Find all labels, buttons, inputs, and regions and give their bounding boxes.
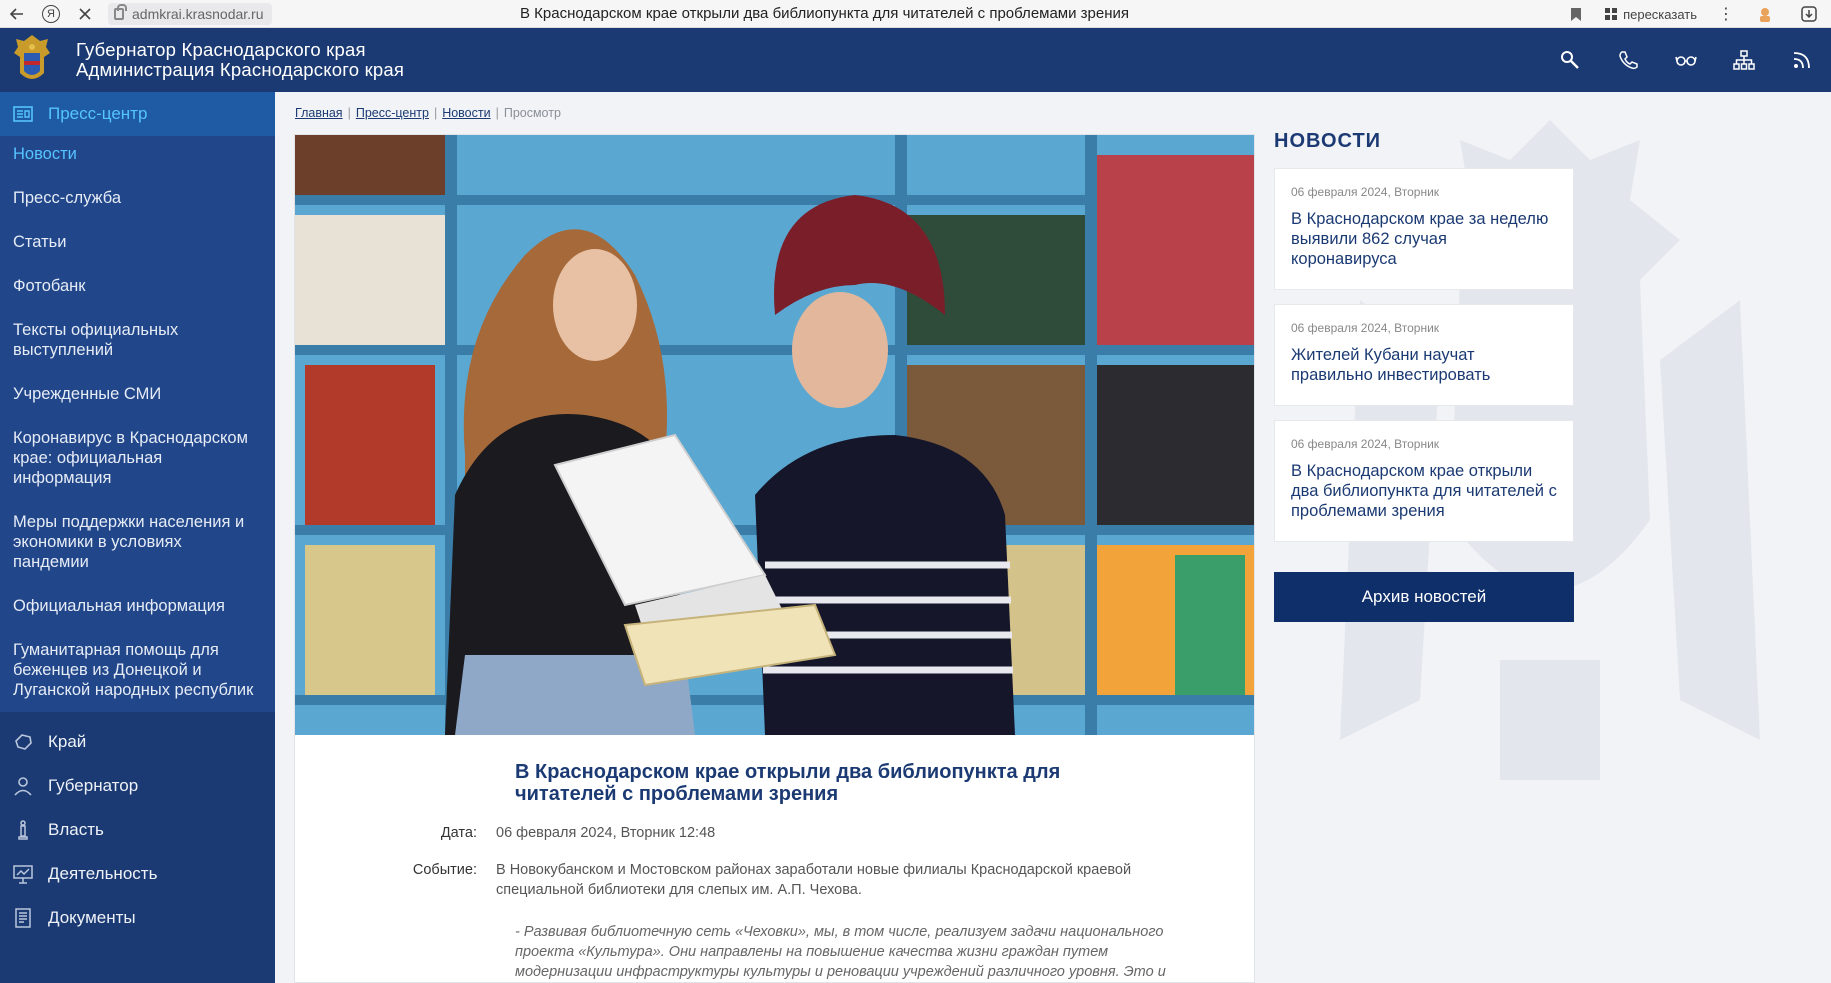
sitemap-icon[interactable] — [1715, 28, 1773, 92]
news-title-link[interactable]: Жителей Кубани научат правильно инвестир… — [1291, 345, 1557, 385]
sidebar-item-region[interactable]: Край — [0, 720, 275, 764]
article-date-row: Дата: 06 февраля 2024, Вторник 12:48 — [295, 823, 1254, 843]
submenu-item-coronavirus[interactable]: Коронавирус в Краснодарском крае: официа… — [0, 428, 275, 488]
sidebar-item-documents[interactable]: Документы — [0, 896, 275, 940]
breadcrumb-home[interactable]: Главная — [295, 106, 343, 120]
submenu-item-media[interactable]: Учрежденные СМИ — [0, 384, 275, 404]
article-event-row: Событие: В Новокубанском и Мостовском ра… — [295, 860, 1254, 900]
sidebar-item-label: Деятельность — [48, 864, 158, 883]
glasses-icon[interactable] — [1657, 28, 1715, 92]
rss-icon[interactable] — [1773, 28, 1831, 92]
article-card: В Краснодарском крае открыли два библиоп… — [294, 134, 1255, 983]
address-bar[interactable]: admkrai.krasnodar.ru — [108, 2, 272, 25]
sidebar-submenu: Новости Пресс-служба Статьи Фотобанк Тек… — [0, 136, 275, 712]
yandex-letter: Я — [42, 4, 60, 23]
search-icon[interactable] — [1541, 28, 1599, 92]
submenu-item-photobank[interactable]: Фотобанк — [0, 276, 275, 296]
article-title: В Краснодарском крае открыли два библиоп… — [515, 761, 1061, 805]
date-value: 06 февраля 2024, Вторник 12:48 — [496, 825, 716, 841]
news-date: 06 февраля 2024, Вторник — [1291, 321, 1440, 335]
extension-icon[interactable] — [1743, 0, 1787, 28]
submenu-item-press-service[interactable]: Пресс-служба — [0, 188, 275, 208]
date-label: Дата: — [440, 825, 477, 841]
submenu-item-speeches[interactable]: Тексты официальных выступлений — [0, 320, 275, 360]
submenu-item-articles[interactable]: Статьи — [0, 232, 275, 252]
pillar-icon — [18, 820, 28, 840]
yandex-icon[interactable]: Я — [34, 0, 68, 28]
sidebar-item-label: Власть — [48, 820, 104, 839]
sidebar-item-power[interactable]: Власть — [0, 808, 275, 852]
news-card[interactable]: 06 февраля 2024, Вторник Жителей Кубани … — [1274, 304, 1574, 406]
event-value: В Новокубанском и Мостовском районах зар… — [496, 862, 1132, 898]
sidebar-item-activity[interactable]: Деятельность — [0, 852, 275, 896]
site-header: Губернатор Краснодарского края Администр… — [0, 28, 1831, 92]
news-title-link[interactable]: В Краснодарском крае за неделю выявили 8… — [1291, 209, 1557, 269]
sidebar-item-press-center[interactable]: Пресс-центр — [0, 92, 275, 136]
news-card[interactable]: 06 февраля 2024, Вторник В Краснодарском… — [1274, 168, 1574, 290]
phone-icon[interactable] — [1599, 28, 1657, 92]
krasnodar-emblem-icon[interactable] — [10, 33, 54, 87]
more-menu-icon[interactable]: ⋮ — [1709, 0, 1743, 28]
downloads-icon[interactable] — [1787, 0, 1831, 28]
breadcrumb-news[interactable]: Новости — [442, 106, 490, 120]
sidebar-item-governor[interactable]: Губернатор — [0, 764, 275, 808]
breadcrumb-current: Просмотр — [503, 106, 561, 120]
breadcrumb-separator: | — [495, 106, 499, 120]
event-label: Событие: — [412, 862, 477, 878]
retell-button[interactable]: пересказать — [1593, 7, 1709, 22]
map-icon — [15, 734, 32, 750]
news-heading: НОВОСТИ — [1274, 130, 1382, 152]
page-title-bar: В Краснодарском крае открыли два библиоп… — [520, 5, 1130, 22]
submenu-item-official-info[interactable]: Официальная информация — [0, 596, 275, 616]
breadcrumb: Главная | Пресс-центр | Новости | Просмо… — [295, 106, 561, 120]
url-text: admkrai.krasnodar.ru — [132, 5, 264, 22]
site-title-line1: Губернатор Краснодарского края — [76, 39, 366, 60]
submenu-item-support[interactable]: Меры поддержки населения и экономики в у… — [0, 512, 275, 572]
sidebar-item-label: Пресс-центр — [48, 104, 148, 123]
submenu-item-humanitarian[interactable]: Гуманитарная помощь для беженцев из Доне… — [0, 640, 275, 712]
breadcrumb-press-center[interactable]: Пресс-центр — [356, 106, 429, 120]
breadcrumb-separator: | — [347, 106, 351, 120]
sidebar-main-menu: Край Губернатор Власть Деятельность Доку… — [0, 712, 275, 940]
back-arrow-icon[interactable] — [0, 0, 34, 28]
site-title[interactable]: Губернатор Краснодарского края Администр… — [76, 40, 404, 80]
stop-loading-icon[interactable] — [68, 0, 102, 28]
sidebar-nav: Пресс-центр Новости Пресс-служба Статьи … — [0, 92, 275, 983]
browser-toolbar: Я admkrai.krasnodar.ru В Краснодарском к… — [0, 0, 1831, 28]
sidebar-item-label: Губернатор — [48, 776, 139, 795]
article-photo — [295, 135, 1254, 735]
news-card[interactable]: 06 февраля 2024, Вторник В Краснодарском… — [1274, 420, 1574, 542]
presentation-icon — [13, 865, 33, 884]
news-date: 06 февраля 2024, Вторник — [1291, 437, 1440, 451]
newspaper-icon — [13, 106, 33, 122]
submenu-item-news[interactable]: Новости — [0, 144, 275, 164]
person-icon — [14, 777, 32, 796]
document-icon — [15, 908, 31, 928]
retell-icon — [1605, 8, 1618, 20]
lock-icon — [114, 3, 127, 20]
article-quote: - Развивая библиотечную сеть «Чеховки», … — [515, 924, 1166, 980]
bookmark-icon[interactable] — [1559, 0, 1593, 28]
sidebar-item-label: Край — [48, 732, 87, 751]
news-date: 06 февраля 2024, Вторник — [1291, 185, 1440, 199]
breadcrumb-separator: | — [433, 106, 438, 120]
retell-label: пересказать — [1623, 6, 1697, 22]
site-title-line2: Администрация Краснодарского края — [76, 59, 405, 80]
sidebar-item-label: Документы — [48, 908, 136, 927]
news-title-link[interactable]: В Краснодарском крае открыли два библиоп… — [1291, 461, 1557, 521]
news-archive-button[interactable]: Архив новостей — [1274, 572, 1574, 622]
